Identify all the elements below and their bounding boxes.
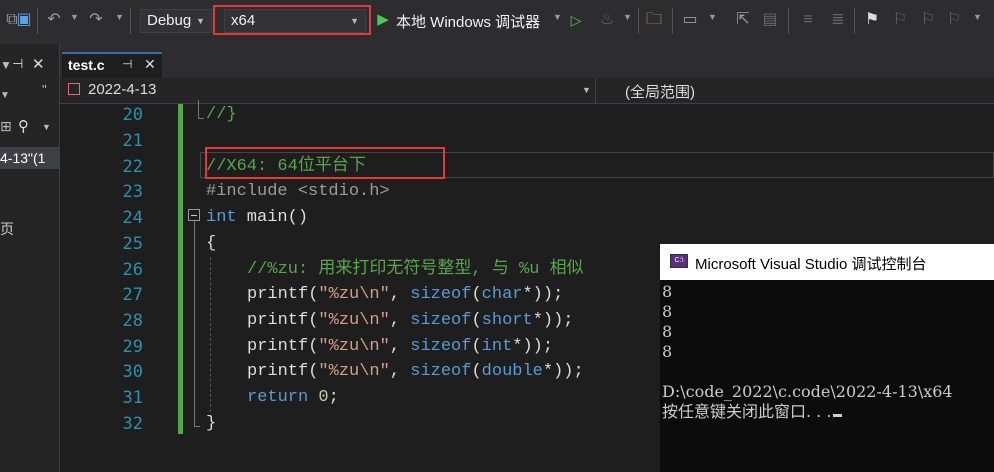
quote-icon: " <box>42 82 47 97</box>
navigation-bar: 2022-4-13 ▼ (全局范围) <box>60 78 994 104</box>
code-line-28: printf("%zu\n", sizeof(short*)); <box>247 311 574 330</box>
code-line-23: #include <stdio.h> <box>206 182 390 201</box>
toolbar-overflow-icon[interactable]: ▼ <box>973 12 982 22</box>
collapse-icon[interactable] <box>188 209 200 221</box>
redo-icon[interactable]: ↷ <box>86 10 106 30</box>
document-tab-strip: test.c ⊣ ✕ <box>60 44 994 78</box>
next-bookmark-icon[interactable]: ⚐ <box>918 10 938 30</box>
undo-icon[interactable]: ↶ <box>44 10 64 30</box>
line-number: 23 <box>122 182 143 202</box>
line-number: 29 <box>122 337 143 357</box>
line-number: 28 <box>122 311 143 331</box>
chevron-down-icon[interactable]: ▼ <box>582 85 591 95</box>
outline-icon[interactable]: ▤ <box>760 10 780 30</box>
cursor-icon[interactable]: ⇱ <box>733 10 753 30</box>
tree-item-label[interactable]: 页 <box>0 219 14 239</box>
pin-icon[interactable]: ⊣ <box>12 56 23 72</box>
start-without-debug-icon[interactable]: ▷ <box>566 10 586 30</box>
selected-tree-item[interactable]: 4-13"(1 <box>0 147 60 169</box>
line-number: 25 <box>122 234 143 254</box>
code-line-26: //%zu: 用来打印无符号整型, 与 %u 相似 <box>247 260 584 279</box>
line-number: 21 <box>122 131 143 151</box>
fold-guide <box>198 100 199 118</box>
code-line-20: //} <box>206 105 237 124</box>
configuration-value: Debug <box>147 12 192 29</box>
console-prompt-text: 按任意键关闭此窗口. . . <box>662 402 832 421</box>
debug-console-window[interactable]: C:\ Microsoft Visual Studio 调试控制台 8 8 8 … <box>660 244 994 472</box>
line-number: 27 <box>122 285 143 305</box>
console-output-line: D:\code_2022\c.code\2022-4-13\x64 <box>662 382 953 401</box>
undo-dropdown-icon[interactable]: ▼ <box>70 12 79 22</box>
console-app-icon: C:\ <box>670 254 688 268</box>
main-signature: main() <box>236 208 309 227</box>
divider <box>595 78 596 104</box>
line-number: 20 <box>122 105 143 125</box>
console-cursor <box>833 414 843 417</box>
fold-guide <box>194 221 195 427</box>
console-output-line: 8 <box>662 322 673 341</box>
prev-bookmark-icon[interactable]: ⚐ <box>890 10 910 30</box>
platform-highlight-box <box>213 5 371 35</box>
tab-label: test.c <box>68 57 105 73</box>
code-line-27: printf("%zu\n", sizeof(char*)); <box>247 285 564 304</box>
line-number: 31 <box>122 388 143 408</box>
console-title-bar[interactable]: C:\ Microsoft Visual Studio 调试控制台 <box>660 244 994 280</box>
indent-guide <box>210 257 211 412</box>
run-target-dropdown-icon[interactable]: ▼ <box>553 12 562 22</box>
line-number: 32 <box>122 414 143 434</box>
line-number: 24 <box>122 208 143 228</box>
change-indicator-bar <box>178 104 183 434</box>
console-output-line: 8 <box>662 282 673 301</box>
redo-dropdown-icon[interactable]: ▼ <box>115 12 124 22</box>
console-output-line: 8 <box>662 302 673 321</box>
line-number: 30 <box>122 362 143 382</box>
global-scope-select[interactable]: (全局范围) <box>625 81 695 102</box>
search-dropdown-icon[interactable]: ▼ <box>42 122 51 132</box>
code-line-24: int main() <box>206 205 308 231</box>
run-target-label[interactable]: 本地 Windows 调试器 <box>396 11 540 32</box>
window-dropdown-icon[interactable]: ▼ <box>708 12 717 22</box>
properties-icon[interactable]: ⊞ <box>0 118 12 135</box>
fold-guide <box>194 426 200 427</box>
configuration-select[interactable]: Debug ▼ <box>140 9 212 33</box>
console-output-line: 按任意键关闭此窗口. . . <box>662 402 843 422</box>
file-scope-select[interactable]: 2022-4-13 <box>88 81 156 98</box>
console-title: Microsoft Visual Studio 调试控制台 <box>695 256 927 273</box>
code-line-30: printf("%zu\n", sizeof(double*)); <box>247 362 584 381</box>
comment-lines-icon[interactable]: ≡ <box>798 10 818 30</box>
main-toolbar: ⧉ ▣ ↶ ▼ ↷ ▼ Debug ▼ x64 ▼ ▶ 本地 Windows 调… <box>0 0 994 44</box>
line-number: 26 <box>122 260 143 280</box>
comment-highlight-box <box>205 147 445 179</box>
pin-icon[interactable]: ⊣ <box>122 57 132 71</box>
panel-dropdown-icon[interactable]: ▼ <box>0 58 12 72</box>
hot-reload-dropdown-icon[interactable]: ▼ <box>623 12 632 22</box>
clear-bookmarks-icon[interactable]: ⚐ <box>944 10 964 30</box>
tab-test-c[interactable]: test.c ⊣ ✕ <box>62 52 162 78</box>
search-icon[interactable]: ⚲ <box>18 117 29 135</box>
close-icon[interactable]: ✕ <box>32 55 45 73</box>
bookmark-icon[interactable]: ⚑ <box>862 10 882 30</box>
code-line-31: return 0; <box>247 388 339 407</box>
hot-reload-icon[interactable]: ♨ <box>597 10 617 30</box>
line-number: 22 <box>122 157 143 177</box>
keyword-int: int <box>206 208 237 227</box>
solution-explorer-panel: ▼ ⊣ ✕ ▼ " ⊞ ⚲ ▼ 4-13"(1 页 <box>0 44 60 472</box>
tree-item-label: 4-13"(1 <box>0 150 46 166</box>
code-line-29: printf("%zu\n", sizeof(int*)); <box>247 337 554 356</box>
fold-guide <box>198 118 204 119</box>
folder-icon[interactable]: 🗀 <box>644 10 664 30</box>
chevron-down-icon[interactable]: ▼ <box>0 90 10 101</box>
uncomment-lines-icon[interactable]: ≣ <box>828 10 848 30</box>
chevron-down-icon: ▼ <box>196 16 205 26</box>
window-icon[interactable]: ▭ <box>680 10 700 30</box>
close-icon[interactable]: ✕ <box>144 56 156 73</box>
code-line-25: { <box>206 234 217 253</box>
start-debug-icon[interactable]: ▶ <box>373 10 393 30</box>
console-output-line: 8 <box>662 342 673 361</box>
c-file-icon <box>68 83 80 95</box>
save-icon[interactable]: ▣ <box>14 10 34 30</box>
code-line-32: } <box>206 414 217 433</box>
